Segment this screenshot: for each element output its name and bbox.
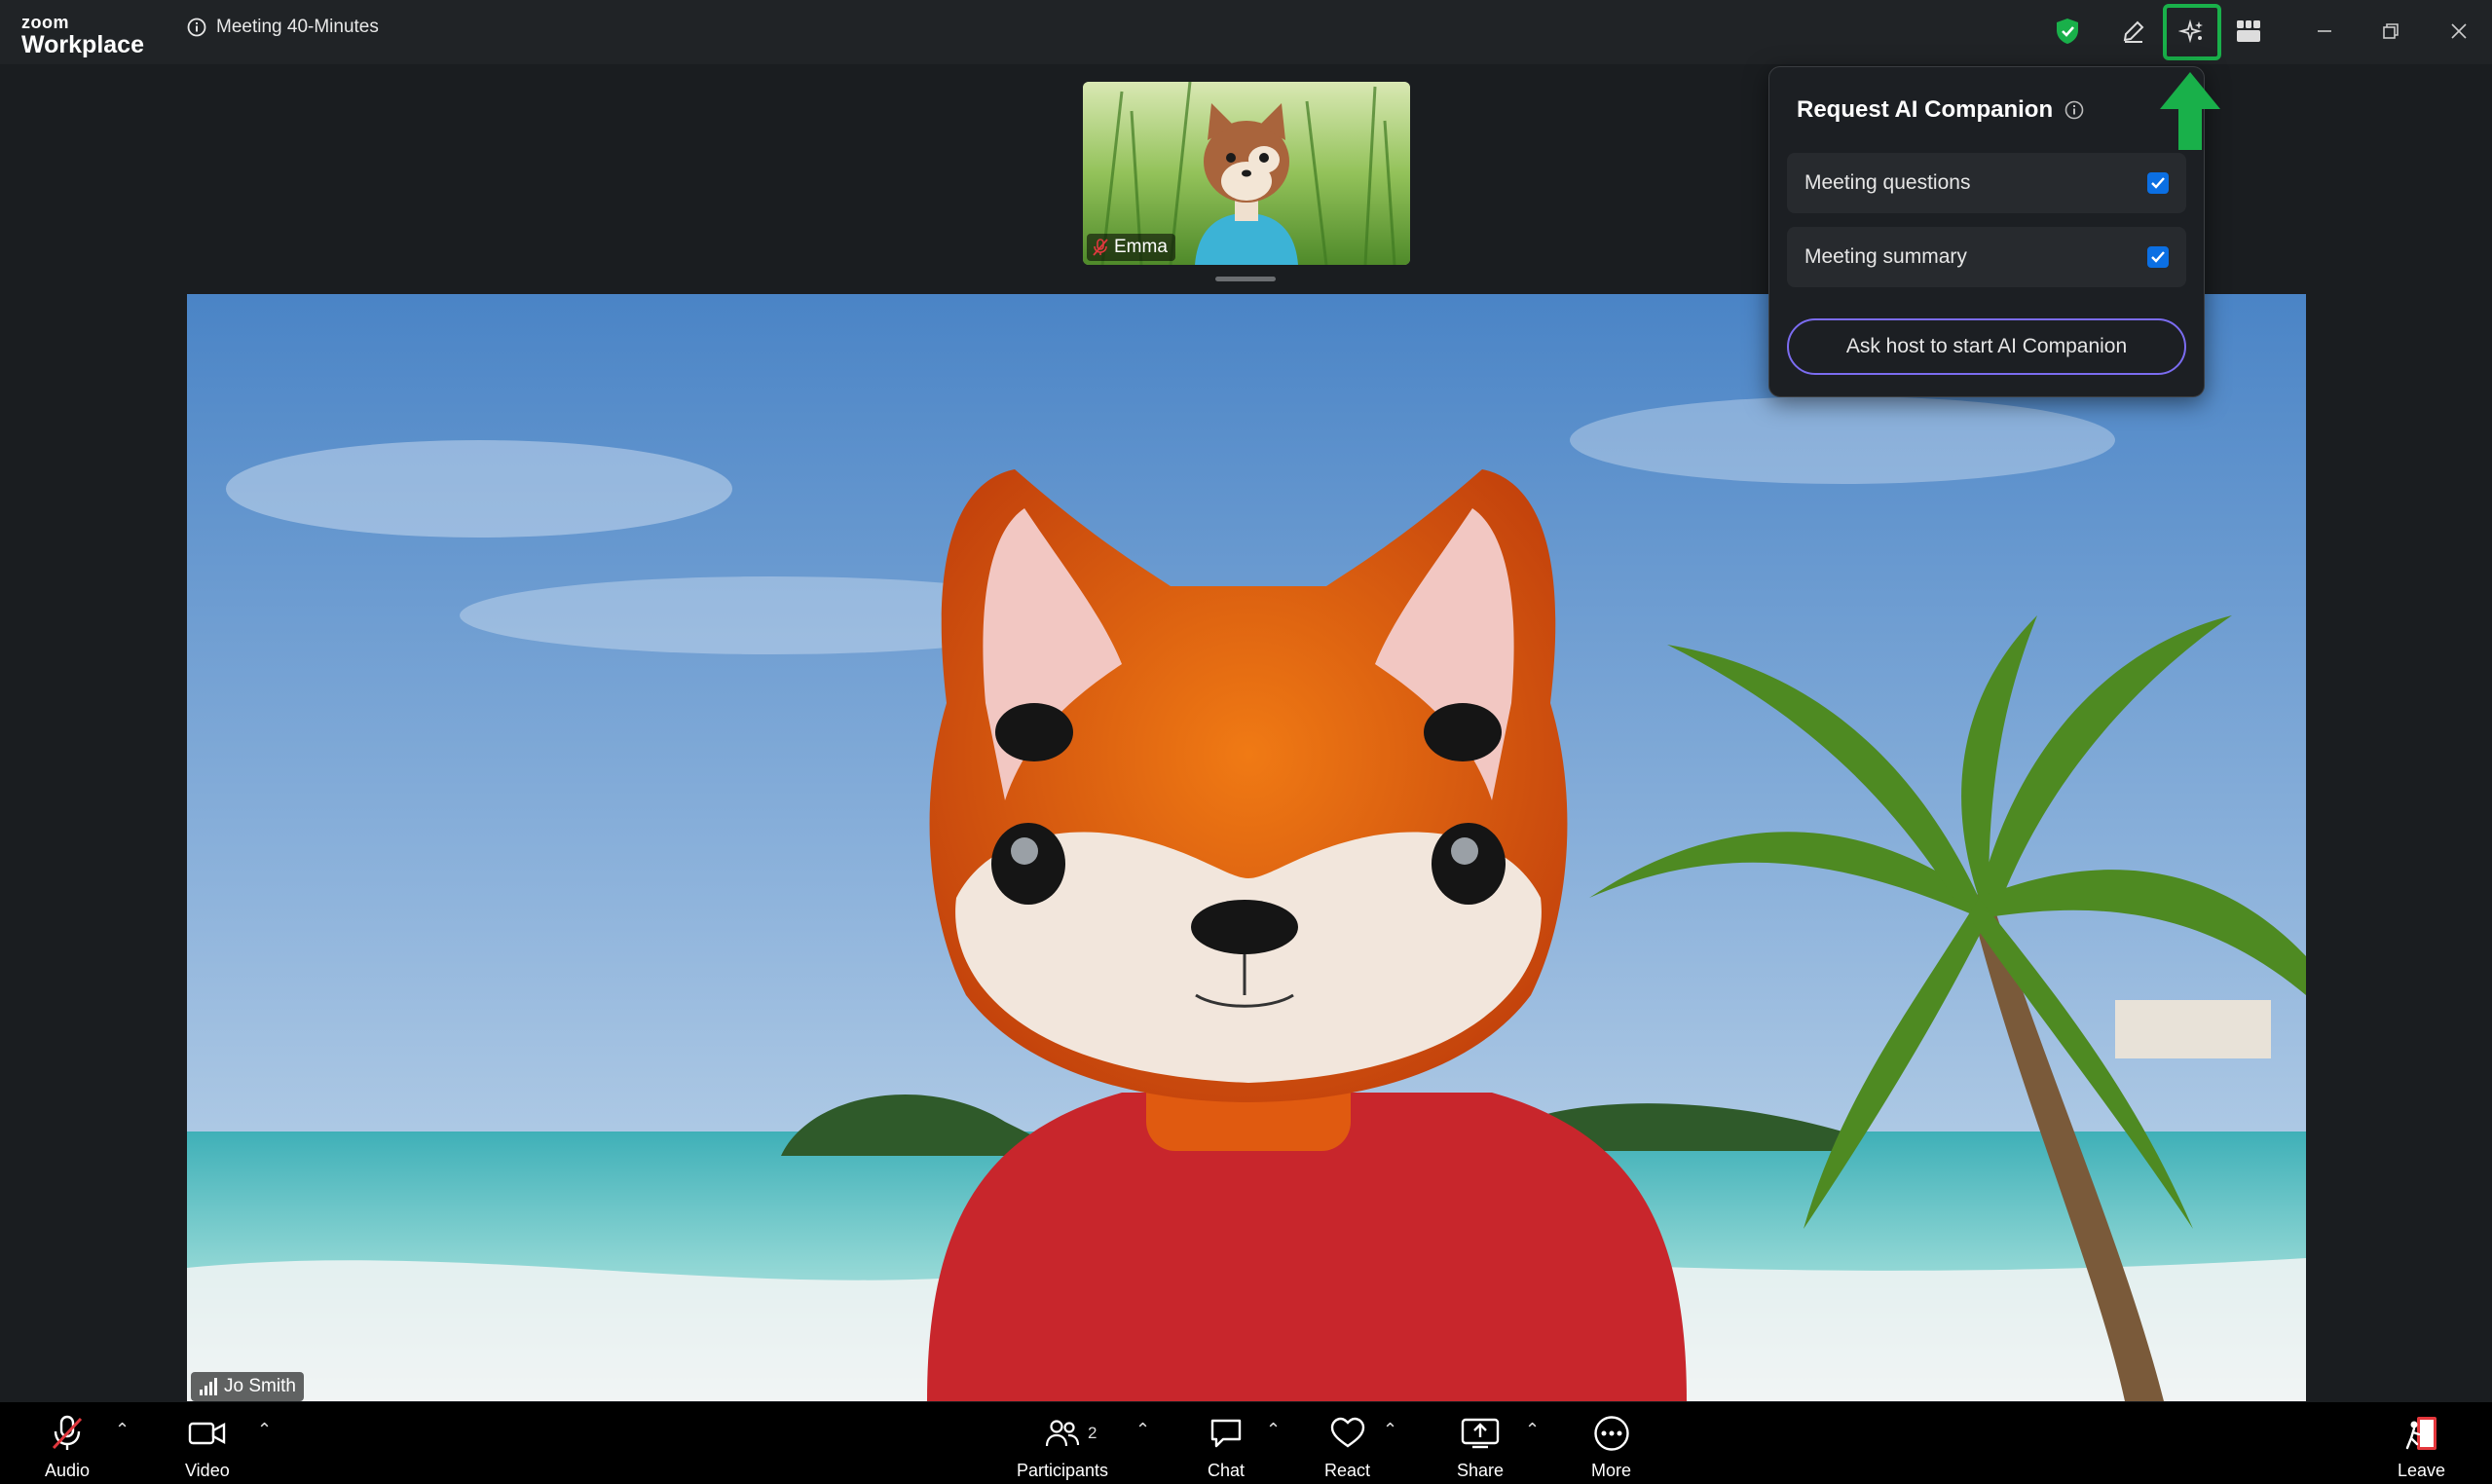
annotate-button[interactable] bbox=[2113, 12, 2154, 51]
info-icon[interactable] bbox=[2064, 100, 2084, 120]
brand-large: Workplace bbox=[21, 31, 144, 58]
share-screen-icon bbox=[1461, 1418, 1500, 1449]
share-label: Share bbox=[1457, 1461, 1505, 1480]
brand-small: zoom bbox=[21, 13, 69, 32]
thumbnail-participant-name: Emma bbox=[1114, 237, 1168, 257]
restore-button[interactable] bbox=[2368, 12, 2413, 51]
leave-door-icon bbox=[2405, 1417, 2436, 1450]
chat-bubble-icon bbox=[1210, 1419, 1242, 1448]
main-name-tag: Jo Smith bbox=[191, 1372, 304, 1401]
pencil-icon bbox=[2123, 20, 2144, 43]
react-label: React bbox=[1324, 1461, 1371, 1480]
chat-button[interactable]: Chat bbox=[1208, 1412, 1245, 1481]
ai-companion-button[interactable] bbox=[2163, 4, 2221, 60]
mic-muted-icon bbox=[52, 1415, 83, 1450]
video-label: Video bbox=[185, 1461, 230, 1480]
more-button[interactable]: More bbox=[1591, 1412, 1631, 1481]
leave-button[interactable]: Leave bbox=[2398, 1412, 2445, 1481]
option-label: Meeting questions bbox=[1804, 171, 1971, 194]
more-dots-icon bbox=[1593, 1416, 1629, 1451]
participants-options-caret[interactable]: ⌃ bbox=[1135, 1420, 1150, 1440]
chat-label: Chat bbox=[1208, 1461, 1246, 1480]
video-camera-icon bbox=[188, 1422, 226, 1445]
meeting-info[interactable]: Meeting 40-Minutes bbox=[187, 16, 379, 39]
participant-thumbnail[interactable]: Emma bbox=[1083, 82, 1410, 265]
leave-label: Leave bbox=[2398, 1461, 2446, 1480]
ask-host-button[interactable]: Ask host to start AI Companion bbox=[1787, 318, 2186, 375]
view-button[interactable] bbox=[2228, 12, 2269, 51]
participants-button[interactable]: Participants bbox=[1017, 1412, 1108, 1481]
popover-title-text: Request AI Companion bbox=[1797, 96, 2054, 123]
title-bar: zoom Workplace Meeting 40-Minutes bbox=[0, 0, 2492, 64]
participants-icon bbox=[1045, 1420, 1080, 1447]
sparkle-icon bbox=[2178, 19, 2203, 44]
participants-label: Participants bbox=[1017, 1461, 1109, 1480]
audio-options-caret[interactable]: ⌃ bbox=[115, 1420, 130, 1440]
heart-bubble-icon bbox=[1330, 1417, 1364, 1448]
mic-muted-icon bbox=[1093, 239, 1108, 256]
react-options-caret[interactable]: ⌃ bbox=[1383, 1420, 1397, 1440]
info-icon bbox=[187, 18, 206, 37]
checkmark-icon bbox=[2151, 251, 2165, 263]
meeting-questions-checkbox[interactable] bbox=[2147, 172, 2169, 194]
option-meeting-questions[interactable]: Meeting questions bbox=[1787, 153, 2186, 213]
thumbnail-name-tag: Emma bbox=[1087, 234, 1175, 261]
ai-companion-popover: Request AI Companion Meeting questions M… bbox=[1768, 66, 2205, 397]
restore-icon bbox=[2383, 23, 2399, 39]
shield-check-icon bbox=[2057, 19, 2078, 44]
audio-label: Audio bbox=[45, 1461, 91, 1480]
video-options-caret[interactable]: ⌃ bbox=[257, 1420, 272, 1440]
arrow-up-annotation-icon bbox=[2160, 72, 2220, 150]
checkmark-icon bbox=[2151, 177, 2165, 189]
close-icon bbox=[2451, 23, 2467, 39]
main-participant-name: Jo Smith bbox=[224, 1376, 296, 1396]
share-options-caret[interactable]: ⌃ bbox=[1525, 1420, 1540, 1440]
close-button[interactable] bbox=[2436, 12, 2481, 51]
security-button[interactable] bbox=[2047, 12, 2088, 51]
share-button[interactable]: Share bbox=[1457, 1412, 1504, 1481]
app-logo: zoom Workplace bbox=[21, 14, 144, 57]
option-meeting-summary[interactable]: Meeting summary bbox=[1787, 227, 2186, 287]
signal-bars-icon bbox=[200, 1378, 217, 1395]
fox-avatar-video bbox=[187, 294, 2306, 1401]
meeting-title: Meeting 40-Minutes bbox=[216, 17, 379, 37]
main-video-tile[interactable]: Jo Smith bbox=[187, 294, 2306, 1401]
popover-title: Request AI Companion bbox=[1797, 96, 2084, 124]
meeting-toolbar: Audio ⌃ Video ⌃ Participants 2 ⌃ Chat ⌃ … bbox=[0, 1402, 2492, 1484]
video-button[interactable]: Video bbox=[185, 1412, 230, 1481]
audio-button[interactable]: Audio bbox=[45, 1412, 90, 1481]
gallery-resize-handle[interactable] bbox=[1215, 277, 1276, 281]
chat-options-caret[interactable]: ⌃ bbox=[1266, 1420, 1281, 1440]
minimize-icon bbox=[2318, 30, 2331, 32]
more-label: More bbox=[1591, 1461, 1632, 1480]
grid-view-icon bbox=[2237, 20, 2260, 42]
meeting-summary-checkbox[interactable] bbox=[2147, 246, 2169, 268]
minimize-button[interactable] bbox=[2302, 12, 2347, 51]
react-button[interactable]: React bbox=[1324, 1412, 1370, 1481]
option-label: Meeting summary bbox=[1804, 245, 1967, 268]
participants-count: 2 bbox=[1088, 1424, 1097, 1442]
